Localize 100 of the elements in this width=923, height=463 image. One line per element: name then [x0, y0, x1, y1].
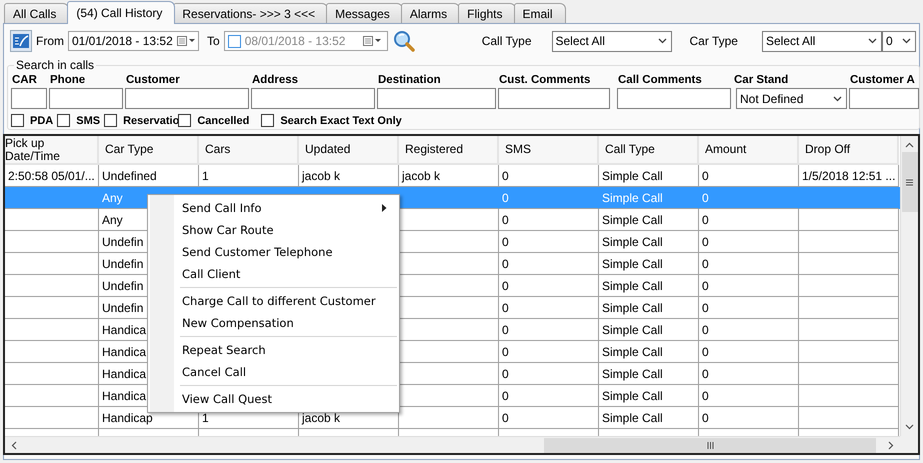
table-cell: 0 [699, 341, 799, 363]
column-header[interactable]: Registered [399, 136, 499, 165]
checkbox-label: Search Exact Text Only [280, 114, 402, 126]
checkbox-label: PDA [30, 114, 54, 126]
field-label: Car Stand [733, 73, 790, 88]
car-stand-dropdown[interactable]: Not Defined [736, 88, 847, 109]
table-cell: 0 [499, 209, 599, 231]
tab[interactable]: Reservations- >>> 3 <<< [173, 3, 328, 23]
input-field[interactable] [377, 88, 496, 109]
input-field[interactable] [251, 88, 375, 109]
table-cell: Simple Call [599, 275, 699, 297]
horizontal-scrollbar[interactable] [5, 436, 900, 453]
checkbox[interactable] [104, 114, 118, 127]
table-cell: 0 [499, 341, 599, 363]
table-cell: 0 [699, 297, 799, 319]
table-cell: Simple Call [599, 385, 699, 407]
group-title: Search in calls [15, 59, 96, 72]
column-header[interactable]: Call Type [599, 136, 699, 165]
grip-icon [706, 442, 714, 448]
table-cell: Simple Call [599, 319, 699, 341]
table-cell: 0 [699, 253, 799, 275]
input-field[interactable] [498, 88, 610, 109]
table-cell: 0 [499, 187, 599, 209]
table-cell: 0 [699, 363, 799, 385]
table-cell: 0 [499, 297, 599, 319]
from-date-field[interactable]: 01/01/2018 - 13:52 [68, 31, 199, 51]
input-field[interactable] [11, 88, 47, 109]
checkbox-label: Reservatio [123, 114, 180, 126]
calendar-dropdown-icon [362, 36, 383, 46]
field-label: Cust. Comments [498, 73, 592, 88]
table-cell: Simple Call [599, 363, 699, 385]
table-cell: 0 [699, 319, 799, 341]
car-type-label: Car Type [690, 34, 738, 48]
checkbox-label: Cancelled [197, 114, 250, 126]
column-header[interactable]: Car Type [99, 136, 199, 165]
table-cell: 0 [699, 385, 799, 407]
checkbox[interactable] [178, 114, 192, 127]
table-cell: 0 [499, 275, 599, 297]
grip-icon [906, 178, 913, 186]
input-field[interactable] [49, 88, 123, 109]
table-cell: 0 [699, 209, 799, 231]
checkbox[interactable] [11, 114, 24, 127]
calendar-edit-icon[interactable] [10, 30, 32, 52]
table-cell: 0 [499, 231, 599, 253]
tab[interactable]: Flights [458, 3, 516, 23]
column-header[interactable]: Pick up Date/Time [5, 136, 99, 165]
field-label: Customer [125, 73, 181, 88]
table-cell: 0 [699, 187, 799, 209]
scroll-right-icon [888, 440, 894, 450]
calendar-dropdown-icon [176, 36, 197, 46]
column-header[interactable]: Amount [699, 136, 799, 165]
table-cell: 0 [499, 407, 599, 429]
table-cell: Simple Call [599, 231, 699, 253]
column-header[interactable]: SMS [499, 136, 599, 165]
call-type-label: Call Type [482, 34, 532, 48]
input-field[interactable] [617, 88, 731, 109]
scroll-left-icon [11, 440, 17, 450]
search-icon[interactable] [392, 30, 415, 52]
tab[interactable]: All Calls [4, 3, 70, 23]
table-cell: Simple Call [599, 297, 699, 319]
chevron-down-icon [658, 38, 666, 44]
tab[interactable]: (54) Call History [67, 1, 176, 24]
field-label: Destination [377, 73, 442, 88]
to-label: To [207, 34, 220, 48]
scroll-up-icon [905, 142, 914, 148]
table-cell: 0 [699, 275, 799, 297]
column-header[interactable]: Drop Off [799, 136, 899, 165]
tab[interactable]: Alarms [400, 3, 460, 23]
table-cell: Simple Call [599, 187, 699, 209]
table-cell: Simple Call [599, 341, 699, 363]
table-cell: 0 [699, 231, 799, 253]
table-cell: 0 [699, 407, 799, 429]
checkbox[interactable] [228, 34, 241, 48]
submenu-arrow-icon [382, 204, 387, 212]
car-type-dropdown[interactable]: Select All [762, 30, 882, 52]
checkbox-label: SMS [76, 114, 100, 126]
column-header[interactable]: Cars [199, 136, 299, 165]
table-cell: 0 [499, 253, 599, 275]
table-cell: Simple Call [599, 407, 699, 429]
from-label: From [36, 34, 64, 48]
checkbox[interactable] [261, 114, 274, 127]
field-label: Call Comments [617, 73, 703, 88]
field-label: Address [251, 73, 300, 88]
column-header[interactable]: Updated [299, 136, 399, 165]
field-label: Phone [49, 73, 86, 88]
table-cell: 0 [499, 385, 599, 407]
table-cell: Simple Call [599, 209, 699, 231]
tab[interactable]: Messages [326, 3, 403, 23]
count-dropdown[interactable]: 0 [882, 30, 916, 52]
table-cell: 0 [499, 319, 599, 341]
table-cell: Simple Call [599, 253, 699, 275]
chevron-down-icon [902, 38, 911, 44]
input-field[interactable] [849, 88, 919, 109]
input-field[interactable] [125, 88, 249, 109]
checkbox[interactable] [57, 114, 70, 127]
vertical-scrollbar[interactable] [900, 136, 918, 436]
tab[interactable]: Email [514, 3, 566, 23]
field-label: CAR [11, 73, 38, 88]
call-type-dropdown[interactable]: Select All [552, 30, 672, 52]
scroll-down-icon [905, 424, 914, 430]
